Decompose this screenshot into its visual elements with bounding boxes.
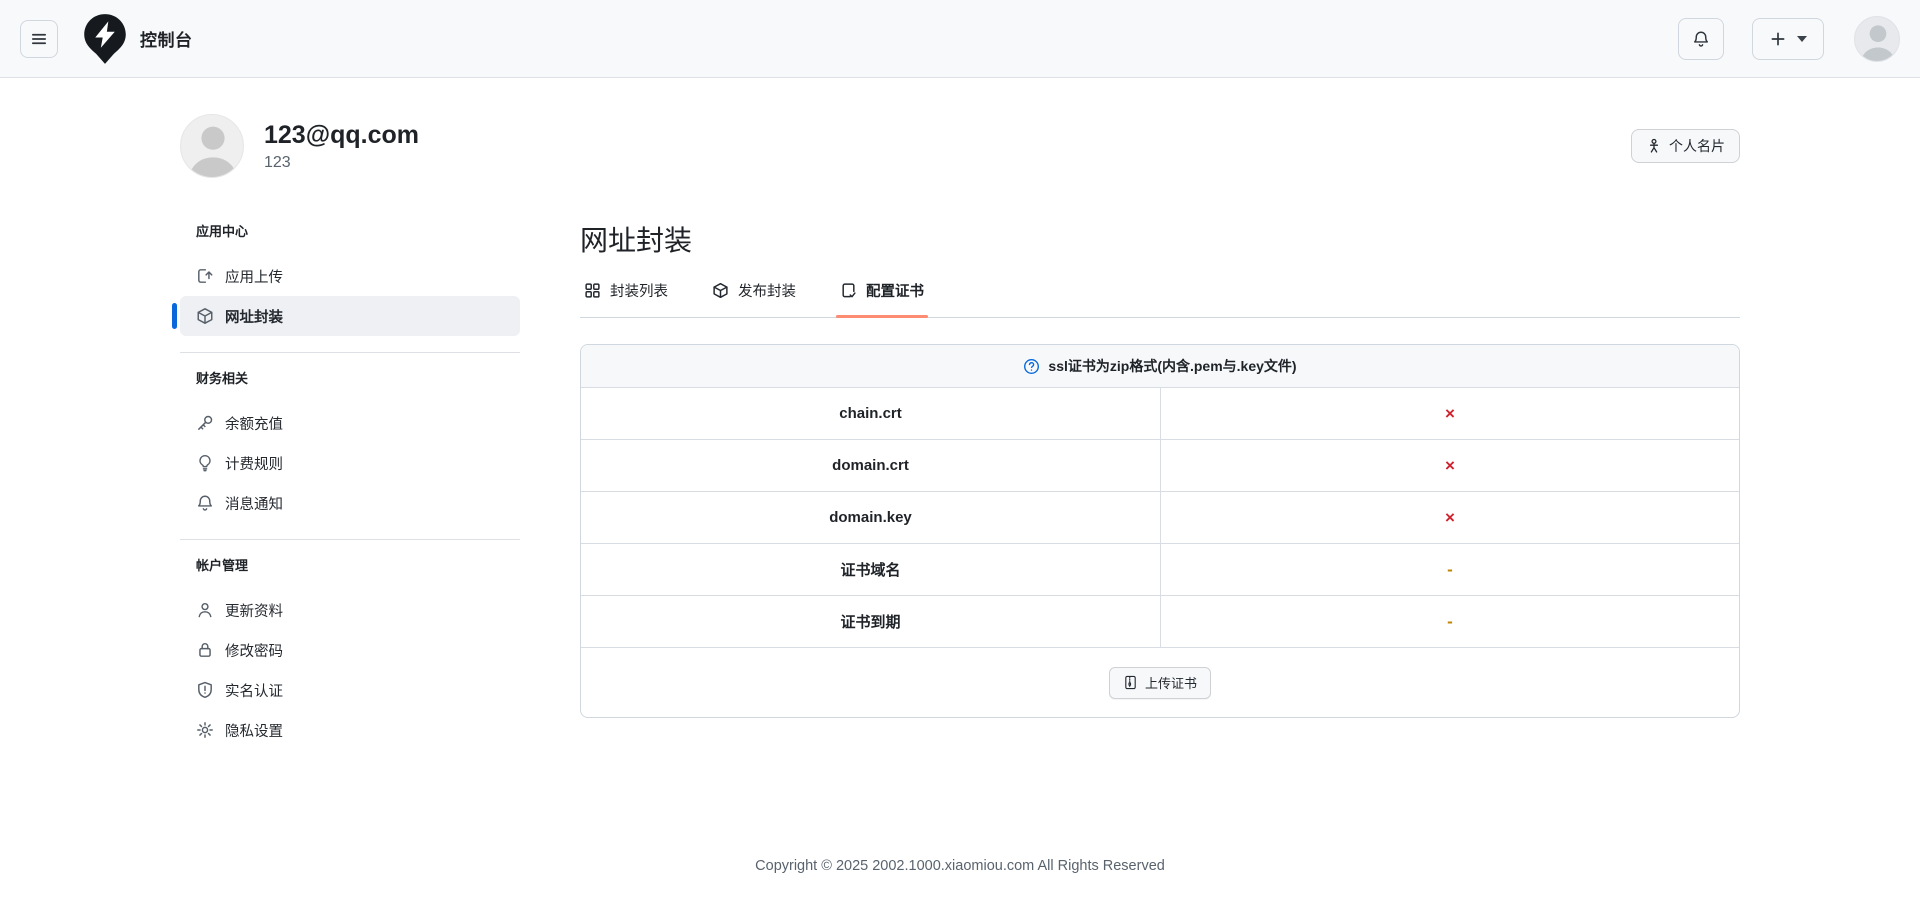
upload-certificate-button[interactable]: 上传证书 [1108,666,1211,699]
sidebar-item-real-name-verification[interactable]: 实名认证 [180,670,520,710]
sidebar-item-label: 消息通知 [225,496,283,513]
table-row: domain.crt × [581,440,1739,492]
cert-status-value: - [1447,611,1453,631]
file-check-icon [840,282,857,299]
table-row: 证书到期 - [581,596,1739,648]
person-badge-icon [1646,138,1662,154]
sidebar-item-label: 余额充值 [225,416,283,433]
sidebar-item-update-profile[interactable]: 更新资料 [180,590,520,630]
sidebar-divider [180,539,520,540]
tab-bar: 封装列表 发布封装 配置证书 [580,280,1740,318]
table-footer-row: 上传证书 [581,648,1739,717]
file-zip-icon [1123,675,1138,690]
chevron-down-icon [1797,35,1807,42]
sidebar-item-label: 修改密码 [225,643,283,660]
plus-icon [1769,30,1787,48]
sidebar-heading-app-center: 应用中心 [196,224,249,239]
sidebar-divider [180,352,520,353]
lightbulb-icon [196,454,214,472]
sidebar-item-label: 更新资料 [225,603,283,620]
bell-icon [196,494,214,512]
cert-status-value: - [1447,559,1453,579]
tab-label: 发布封装 [738,284,796,300]
cert-status-value: × [1445,507,1455,527]
tab-package-list[interactable]: 封装列表 [580,280,672,317]
hamburger-icon [30,30,48,48]
sidebar-item-billing-rules[interactable]: 计费规则 [180,443,520,483]
upload-icon [196,267,214,285]
create-new-button[interactable] [1752,17,1824,60]
key-icon [196,414,214,432]
table-row: 证书域名 - [581,544,1739,596]
cert-status-value: × [1445,403,1455,423]
table-row: domain.key × [581,492,1739,544]
copyright-text: Copyright © 2025 2002.1000.xiaomiou.com … [755,858,1165,874]
sidebar-item-label: 计费规则 [225,456,283,473]
sidebar-item-label: 应用上传 [225,269,283,286]
cert-file-label: 证书域名 [840,562,901,579]
page-title: 网址封装 [580,225,693,256]
notifications-button[interactable] [1678,17,1724,60]
sidebar-item-url-package[interactable]: 网址封装 [172,296,520,336]
bell-icon [1692,30,1710,48]
table-row: chain.crt × [581,388,1739,440]
sidebar-item-app-upload[interactable]: 应用上传 [180,256,520,296]
cert-file-label: chain.crt [839,405,902,422]
sidebar-item-privacy-settings[interactable]: 隐私设置 [180,710,520,750]
profile-username: 123 [264,154,291,171]
tab-label: 配置证书 [866,284,924,300]
sidebar-item-label: 网址封装 [225,309,283,326]
tab-configure-certificate[interactable]: 配置证书 [836,280,928,318]
person-icon [196,601,214,619]
sidebar-item-notifications[interactable]: 消息通知 [180,483,520,523]
certificate-table: ssl证书为zip格式(内含.pem与.key文件) chain.crt × d… [580,344,1740,718]
package-icon [712,282,729,299]
gear-icon [196,721,214,739]
personal-card-button[interactable]: 个人名片 [1631,129,1740,163]
profile-email: 123@qq.com [264,121,419,149]
menu-button[interactable] [20,19,58,58]
sidebar: 应用中心 应用上传 网址封装 财务相关 余额充值 计费规则 消息通知 帐户管理 … [172,222,520,758]
tab-label: 封装列表 [610,284,668,300]
certificate-notice-text: ssl证书为zip格式(内含.pem与.key文件) [1048,358,1297,374]
grid-icon [584,282,601,299]
sidebar-item-label: 实名认证 [225,683,283,700]
app-title: 控制台 [140,31,193,50]
profile-header: 123@qq.com 123 个人名片 [180,114,1740,178]
upload-certificate-label: 上传证书 [1144,676,1197,691]
profile-avatar [180,114,244,178]
cert-file-label: 证书到期 [840,614,901,631]
sidebar-heading-account: 帐户管理 [196,558,249,573]
lock-icon [196,641,214,659]
sidebar-heading-finance: 财务相关 [196,371,249,386]
shield-icon [196,681,214,699]
certificate-notice-row: ssl证书为zip格式(内含.pem与.key文件) [581,345,1739,388]
lightning-pin-logo [80,12,130,66]
main-content: 网址封装 封装列表 发布封装 配置证书 ssl证书为zip格式(内含.pem与.… [580,222,1740,758]
sidebar-item-label: 隐私设置 [225,723,283,740]
package-icon [196,307,214,325]
question-circle-icon[interactable] [1023,358,1040,375]
cert-file-label: domain.crt [832,457,909,474]
tab-publish-package[interactable]: 发布封装 [708,280,800,317]
personal-card-label: 个人名片 [1669,138,1725,154]
cert-file-label: domain.key [829,509,912,526]
sidebar-item-balance-recharge[interactable]: 余额充值 [180,403,520,443]
topbar: 控制台 [0,0,1920,78]
cert-status-value: × [1445,455,1455,475]
user-avatar[interactable] [1854,15,1900,62]
sidebar-item-change-password[interactable]: 修改密码 [180,630,520,670]
